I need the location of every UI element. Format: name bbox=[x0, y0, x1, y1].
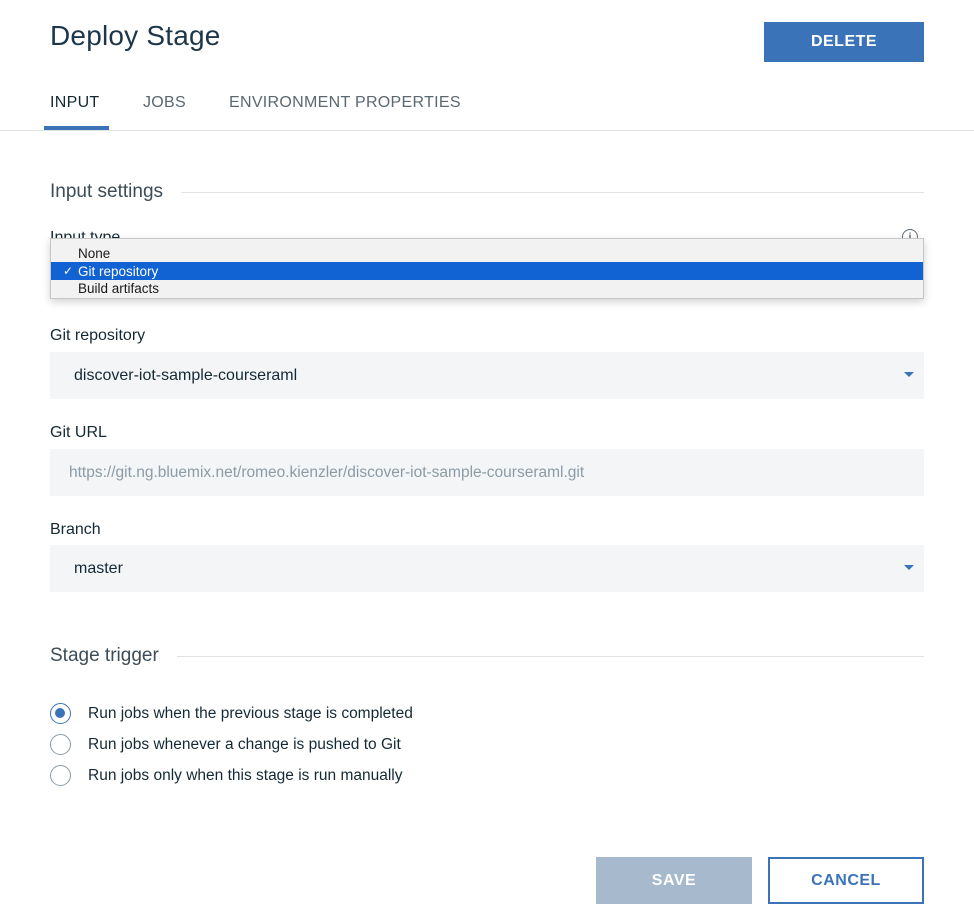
radio-button-checked[interactable] bbox=[50, 703, 71, 724]
branch-value: master bbox=[74, 559, 123, 577]
input-type-dropdown-menu: None ✓ Git repository Build artifacts bbox=[50, 238, 924, 299]
stage-trigger-title: Stage trigger bbox=[50, 645, 159, 666]
deploy-stage-dialog: Deploy Stage DELETE INPUT JOBS ENVIRONME… bbox=[0, 0, 974, 912]
tab-jobs[interactable]: JOBS bbox=[143, 94, 186, 126]
git-repository-label: Git repository bbox=[50, 327, 146, 344]
checkmark-icon: ✓ bbox=[62, 264, 73, 278]
cancel-button[interactable]: CANCEL bbox=[768, 857, 924, 904]
caret-down-icon bbox=[904, 565, 914, 570]
dropdown-option-git-repository[interactable]: ✓ Git repository bbox=[51, 262, 923, 280]
trigger-option-label: Run jobs whenever a change is pushed to … bbox=[88, 735, 401, 753]
dropdown-option-none[interactable]: None bbox=[51, 244, 923, 262]
tab-bar: INPUT JOBS ENVIRONMENT PROPERTIES bbox=[0, 80, 974, 131]
trigger-option-label: Run jobs only when this stage is run man… bbox=[88, 766, 403, 784]
git-url-field: https://git.ng.bluemix.net/romeo.kienzle… bbox=[50, 449, 924, 496]
tab-environment-properties[interactable]: ENVIRONMENT PROPERTIES bbox=[229, 94, 461, 126]
divider bbox=[176, 655, 924, 657]
git-url-value: https://git.ng.bluemix.net/romeo.kienzle… bbox=[69, 463, 585, 481]
radio-button[interactable] bbox=[50, 734, 71, 755]
branch-select[interactable]: master bbox=[50, 545, 924, 592]
delete-button[interactable]: DELETE bbox=[764, 22, 924, 62]
save-button[interactable]: SAVE bbox=[596, 857, 752, 904]
option-label: None bbox=[78, 245, 111, 261]
trigger-option-previous-stage[interactable]: Run jobs when the previous stage is comp… bbox=[50, 703, 413, 724]
git-repository-select[interactable]: discover-iot-sample-courseraml bbox=[50, 352, 924, 399]
trigger-option-label: Run jobs when the previous stage is comp… bbox=[88, 704, 413, 722]
git-url-label: Git URL bbox=[50, 424, 107, 441]
trigger-option-git-push[interactable]: Run jobs whenever a change is pushed to … bbox=[50, 734, 401, 755]
caret-down-icon bbox=[904, 372, 914, 377]
option-label: Build artifacts bbox=[78, 280, 160, 296]
dropdown-option-build-artifacts[interactable]: Build artifacts bbox=[51, 279, 923, 297]
branch-label: Branch bbox=[50, 521, 101, 538]
input-settings-heading: Input settings bbox=[50, 181, 924, 203]
page-title: Deploy Stage bbox=[50, 20, 221, 51]
input-settings-title: Input settings bbox=[50, 181, 164, 202]
divider bbox=[181, 191, 924, 193]
tab-input[interactable]: INPUT bbox=[50, 94, 100, 126]
git-repository-value: discover-iot-sample-courseraml bbox=[74, 366, 298, 384]
radio-button[interactable] bbox=[50, 765, 71, 786]
active-tab-indicator bbox=[44, 126, 109, 130]
trigger-option-manual[interactable]: Run jobs only when this stage is run man… bbox=[50, 765, 402, 786]
stage-trigger-heading: Stage trigger bbox=[50, 645, 924, 667]
option-label: Git repository bbox=[78, 263, 159, 279]
